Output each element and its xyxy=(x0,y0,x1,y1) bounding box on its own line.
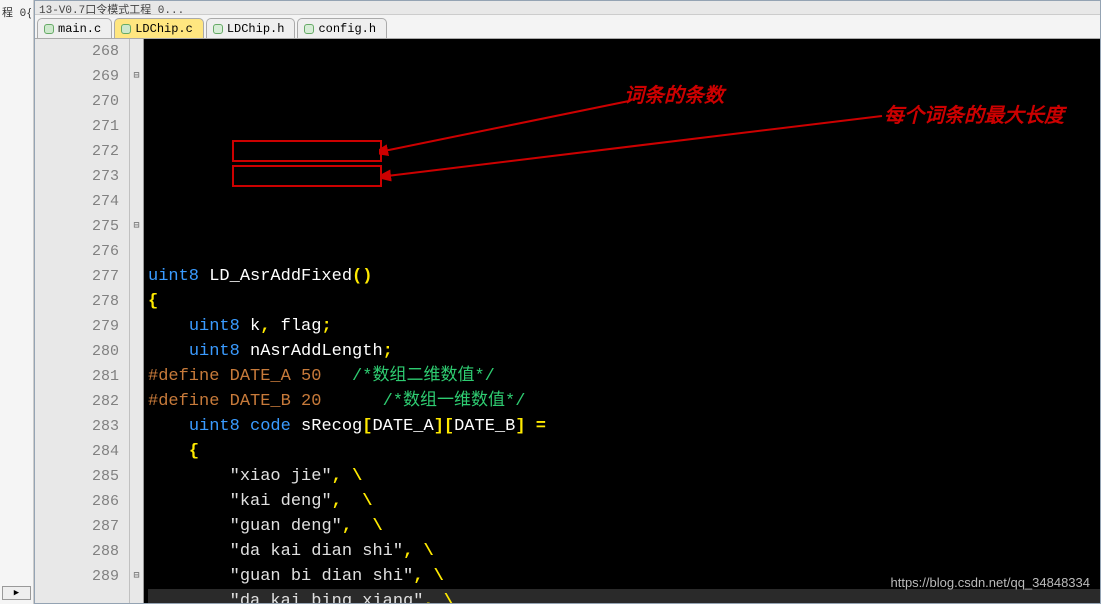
tab-label: LDChip.h xyxy=(227,22,285,36)
red-box-1 xyxy=(232,140,382,162)
line-number: 268 xyxy=(35,39,119,64)
tab-LDChip-h[interactable]: LDChip.h xyxy=(206,18,296,38)
fold-toggle[interactable]: ⊟ xyxy=(130,564,143,589)
fold-empty xyxy=(130,289,143,314)
code-line[interactable]: { xyxy=(148,289,1100,314)
red-box-2 xyxy=(232,165,382,187)
fold-empty xyxy=(130,39,143,64)
fold-empty xyxy=(130,464,143,489)
fold-empty xyxy=(130,439,143,464)
line-number: 276 xyxy=(35,239,119,264)
fold-toggle[interactable]: ⊟ xyxy=(130,64,143,89)
code-editor[interactable]: 2682692702712722732742752762772782792802… xyxy=(35,39,1100,603)
side-panel: 程 0{ ▶ xyxy=(0,0,34,604)
code-line[interactable]: uint8 nAsrAddLength; xyxy=(148,339,1100,364)
tab-bar: main.c LDChip.c LDChip.h config.h xyxy=(35,15,1100,39)
fold-empty xyxy=(130,339,143,364)
line-number: 277 xyxy=(35,264,119,289)
line-number: 275 xyxy=(35,214,119,239)
line-number: 281 xyxy=(35,364,119,389)
code-line[interactable]: uint8 k, flag; xyxy=(148,314,1100,339)
fold-empty xyxy=(130,389,143,414)
tab-main-c[interactable]: main.c xyxy=(37,18,112,38)
file-icon xyxy=(304,24,314,34)
fold-empty xyxy=(130,239,143,264)
fold-empty xyxy=(130,314,143,339)
fold-empty xyxy=(130,364,143,389)
scroll-right-icon[interactable]: ▶ xyxy=(2,586,31,600)
line-number: 285 xyxy=(35,464,119,489)
tab-label: config.h xyxy=(318,22,376,36)
code-line[interactable]: "xiao jie", \ xyxy=(148,464,1100,489)
line-number: 270 xyxy=(35,89,119,114)
file-icon xyxy=(44,24,54,34)
annotation-1: 词条的条数 xyxy=(624,84,724,109)
file-icon xyxy=(121,24,131,34)
fold-empty xyxy=(130,164,143,189)
line-number: 286 xyxy=(35,489,119,514)
side-text: 程 0{ xyxy=(2,4,31,20)
fold-empty xyxy=(130,89,143,114)
fold-gutter[interactable]: ⊟ ⊟ ⊟ xyxy=(130,39,144,603)
fold-empty xyxy=(130,539,143,564)
tab-config-h[interactable]: config.h xyxy=(297,18,387,38)
arrow-1 xyxy=(379,99,639,159)
tab-label: LDChip.c xyxy=(135,22,193,36)
line-number: 289 xyxy=(35,564,119,589)
watermark: https://blog.csdn.net/qq_34848334 xyxy=(891,570,1091,595)
line-number: 269 xyxy=(35,64,119,89)
line-number: 280 xyxy=(35,339,119,364)
code-line[interactable]: "guan deng", \ xyxy=(148,514,1100,539)
fold-empty xyxy=(130,414,143,439)
fold-empty xyxy=(130,489,143,514)
line-number: 288 xyxy=(35,539,119,564)
code-line[interactable]: "da kai dian shi", \ xyxy=(148,539,1100,564)
line-number: 273 xyxy=(35,164,119,189)
code-line[interactable]: #define DATE_B 20 /*数组一维数值*/ xyxy=(148,389,1100,414)
tab-label: main.c xyxy=(58,22,101,36)
line-number: 284 xyxy=(35,439,119,464)
line-number: 278 xyxy=(35,289,119,314)
code-line[interactable]: { xyxy=(148,439,1100,464)
title-row: 13-V0.7口令模式工程 0... xyxy=(35,1,1100,15)
file-icon xyxy=(213,24,223,34)
fold-empty xyxy=(130,114,143,139)
tab-LDChip-c[interactable]: LDChip.c xyxy=(114,18,204,38)
line-number: 272 xyxy=(35,139,119,164)
arrow-2 xyxy=(382,114,892,184)
fold-empty xyxy=(130,189,143,214)
line-number: 279 xyxy=(35,314,119,339)
code-line[interactable]: uint8 code sRecog[DATE_A][DATE_B] = xyxy=(148,414,1100,439)
annotation-2: 每个词条的最大长度 xyxy=(884,104,1064,129)
fold-toggle[interactable]: ⊟ xyxy=(130,214,143,239)
line-number: 282 xyxy=(35,389,119,414)
code-line[interactable]: "kai deng", \ xyxy=(148,489,1100,514)
code-line[interactable]: uint8 LD_AsrAddFixed() xyxy=(148,264,1100,289)
line-gutter: 2682692702712722732742752762772782792802… xyxy=(35,39,130,603)
line-number: 271 xyxy=(35,114,119,139)
code-line[interactable]: #define DATE_A 50 /*数组二维数值*/ xyxy=(148,364,1100,389)
fold-empty xyxy=(130,264,143,289)
line-number: 283 xyxy=(35,414,119,439)
line-number: 274 xyxy=(35,189,119,214)
fold-empty xyxy=(130,514,143,539)
code-area[interactable]: 词条的条数 每个词条的最大长度 https://blog.csdn.net/qq… xyxy=(144,39,1100,603)
line-number: 287 xyxy=(35,514,119,539)
fold-empty xyxy=(130,139,143,164)
